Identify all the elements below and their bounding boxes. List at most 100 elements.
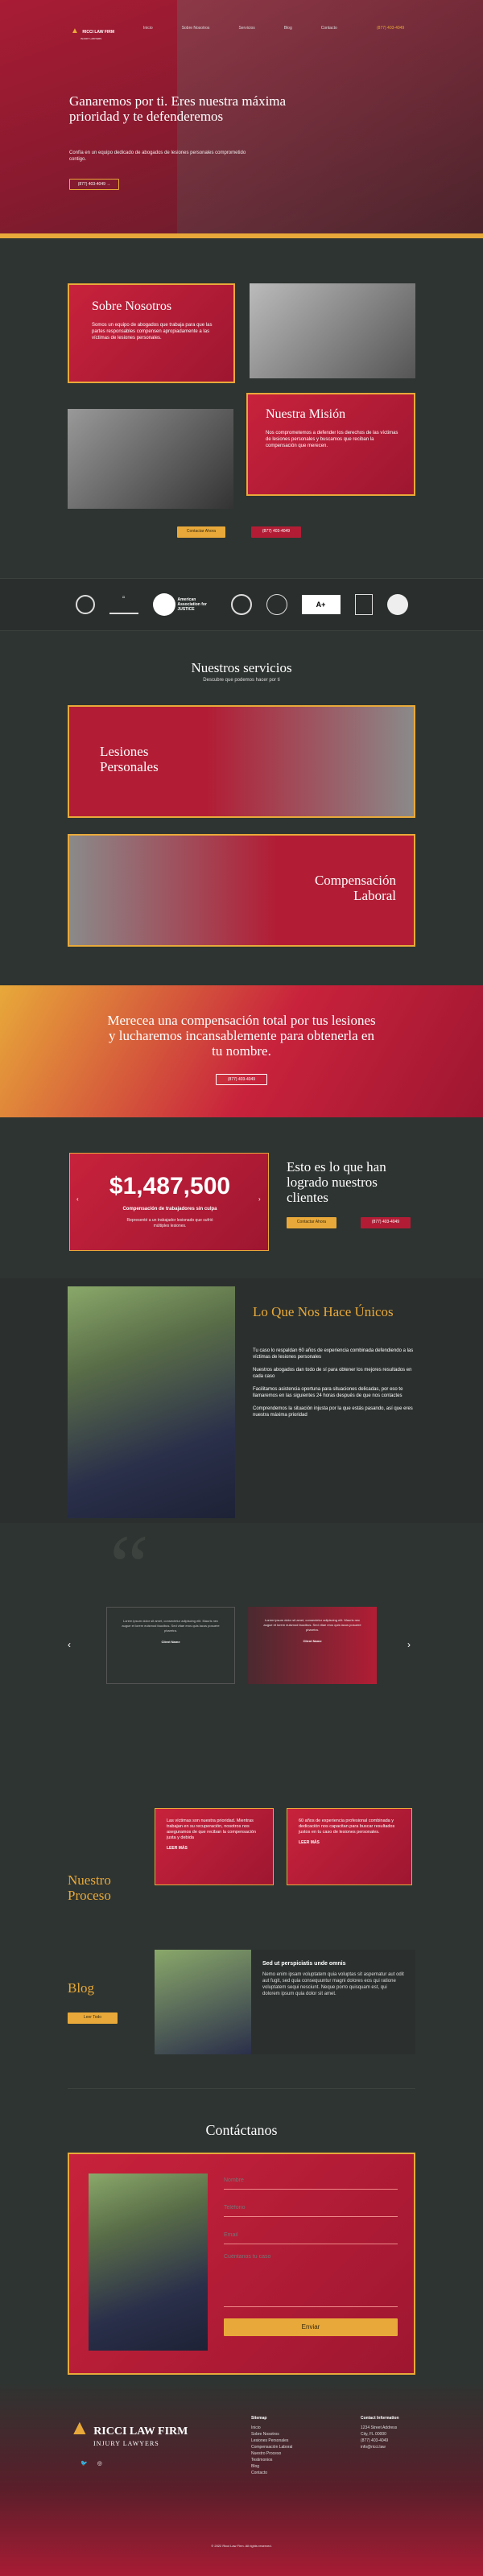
main-nav: Inicio Sobre Nosotros Servicios Blog Con… [143,26,337,31]
service-card-compensacion[interactable]: Compensación Laboral [68,834,415,947]
next-result-icon[interactable]: › [258,1195,261,1203]
nav-item-inicio[interactable]: Inicio [143,26,153,31]
results-phone-button[interactable]: (877) 403-4049 [361,1217,411,1228]
quote-icon: “ [109,1517,149,1615]
blog-post-text: Nemo enim ipsam voluptatem quia voluptas… [262,1972,404,1996]
testimonial-text-2: Lorem ipsum dolor sit amet, consectetur … [263,1618,361,1632]
submit-button[interactable]: Enviar [224,2318,398,2336]
sitemap-link-3[interactable]: Lesiones Personales [251,2438,292,2444]
cta-banner: Merecea una compensación total por tus l… [0,985,483,1117]
results-card: ‹ $1,487,500 Compensación de trabajadore… [69,1153,269,1251]
blog-post[interactable]: Sed ut perspiciatis unde omnis Nemo enim… [155,1950,415,2054]
contact-portrait [89,2174,208,2351]
about-title: Sobre Nosotros [92,299,172,313]
mission-card: Nuestra Misión Nos comprometemos a defen… [246,393,415,496]
badge-circle-icon [386,594,408,615]
blog-divider [68,2088,415,2089]
hero-phone-button[interactable]: (877) 403-4049 → [69,179,119,190]
testimonial-text-1: Lorem ipsum dolor sit amet, consectetur … [122,1619,220,1633]
logo-name: RICCI LAW FIRM [82,30,115,35]
nav-item-contacto[interactable]: Contacto [321,26,337,31]
info-title: Contact Information [361,2416,399,2421]
sitemap-title: Sitemap [251,2416,267,2421]
testimonials-prev-icon[interactable]: ‹ [68,1639,71,1650]
testimonial-name-1: Client Name [161,1640,180,1644]
testimonial-card-1: Lorem ipsum dolor sit amet, consectetur … [106,1607,235,1684]
footer-logo[interactable]: ▲ RICCI LAW FIRM INJURY LAWYERS [69,2415,188,2447]
info-address-2: City, FL 00000 [361,2432,386,2437]
footer-copyright: © 2022 Ricci Law Firm. All rights reserv… [211,2544,272,2548]
twitter-icon[interactable]: 🐦 [80,2460,88,2467]
nav-item-sobre[interactable]: Sobre Nosotros [182,26,210,31]
header-phone[interactable]: (877) 403-4049 [377,26,404,31]
email-field[interactable] [224,2227,398,2244]
process-card-2-more[interactable]: LEER MÁS [299,1840,400,1845]
badge-top100-icon [354,594,373,615]
hero-title: Ganaremos por ti. Eres nuestra máxima pr… [69,93,287,124]
blog-read-all-button[interactable]: Leer Todo [68,2013,118,2024]
footer: ▲ RICCI LAW FIRM INJURY LAWYERS 🐦 ◎ Site… [0,2383,483,2576]
unique-paragraph-4: Comprendemos la situación injusta por la… [253,1406,413,1418]
sitemap-link-5[interactable]: Nuestro Proceso [251,2450,292,2457]
about-photo-meeting [68,409,233,509]
sitemap-link-8[interactable]: Contacto [251,2470,292,2476]
footer-sitemap: Sitemap Inicio Sobre Nosotros Lesiones P… [251,2415,292,2476]
hero-gold-bar [0,233,483,238]
contact-card: Enviar [68,2153,415,2375]
nav-item-servicios[interactable]: Servicios [238,26,254,31]
results-contact-button[interactable]: Contactar Ahora [287,1217,336,1228]
message-field[interactable] [224,2254,398,2307]
result-amount: $1,487,500 [109,1173,231,1199]
process-card-2-text: 60 años de experiencia profesional combi… [299,1818,395,1835]
process-card-2: 60 años de experiencia profesional combi… [287,1808,412,1885]
results-title: Esto es lo que han logrado nuestros clie… [287,1159,386,1205]
footer-contact-info: Contact Information 1234 Street Address … [361,2415,399,2450]
process-card-1: Las víctimas son nuestra prioridad. Mien… [155,1808,274,1885]
about-phone-button[interactable]: (877) 403-4049 [251,526,301,538]
banner-title: Merecea una compensación total por tus l… [107,1013,376,1059]
mission-title: Nuestra Misión [266,407,346,421]
instagram-icon[interactable]: ◎ [97,2460,102,2467]
result-desc: Representé a un trabajador lesionado que… [126,1218,213,1228]
services-title: Nuestros servicios [191,660,292,675]
info-phone[interactable]: (877) 403-4049 [361,2438,399,2444]
blog-title: Blog [68,1980,95,1996]
info-address-1: 1234 Street Address [361,2425,398,2430]
process-card-1-more[interactable]: LEER MÁS [167,1846,262,1851]
footer-logo-subtitle: INJURY LAWYERS [93,2440,159,2447]
contact-form: Enviar [224,2172,398,2336]
banner-phone-button[interactable]: (877) 403-4049 [216,1074,267,1085]
sitemap-link-4[interactable]: Compensación Laboral [251,2444,292,2450]
about-photo-hands [250,283,415,378]
contact-title: Contáctanos [205,2122,278,2138]
unique-paragraph-2: Nuestros abogados dan todo de sí para ob… [253,1368,412,1379]
mission-text: Nos comprometemos a defender los derecho… [266,431,398,448]
phone-field[interactable] [224,2199,398,2217]
badge-bbb-icon: A+ [301,595,341,614]
testimonials-next-icon[interactable]: › [407,1639,411,1650]
unique-paragraphs: Tu caso lo respaldan 60 años de experien… [253,1348,414,1418]
result-label: Compensación de trabajadores sin culpa [122,1207,217,1212]
sitemap-link-1[interactable]: Inicio [251,2425,292,2431]
sitemap-link-2[interactable]: Sobre Nosotros [251,2431,292,2438]
unique-paragraph-3: Facilitamos asistencia oportuna para sit… [253,1387,403,1398]
testimonial-name-2: Client Name [303,1639,322,1643]
hero-phone-label: (877) 403-4049 [77,182,105,187]
footer-logo-mark-icon: ▲ [69,2415,90,2439]
service-label-lesiones: Lesiones Personales [100,744,159,774]
info-email[interactable]: info@ricci.law [361,2444,399,2450]
nav-item-blog[interactable]: Blog [284,26,292,31]
services-subtitle: Descubre que podemos hacer por ti [203,678,280,683]
header-logo[interactable]: ▲ RICCI LAW FIRM INJURY LAWYERS [71,23,114,40]
process-title: Nuestro Proceso [68,1872,111,1903]
blog-post-photo [155,1950,251,2054]
badge-award-icon [75,595,95,614]
service-card-lesiones[interactable]: Lesiones Personales [68,705,415,818]
process-card-1-text: Las víctimas son nuestra prioridad. Mien… [167,1818,256,1840]
arrow-icon: → [106,182,111,187]
name-field[interactable] [224,2172,398,2190]
blog-post-title: Sed ut perspiciatis unde omnis [262,1961,346,1967]
contact-now-button[interactable]: Contactar Ahora [177,526,225,538]
sitemap-link-6[interactable]: Testimonios [251,2457,292,2463]
sitemap-link-7[interactable]: Blog [251,2463,292,2470]
